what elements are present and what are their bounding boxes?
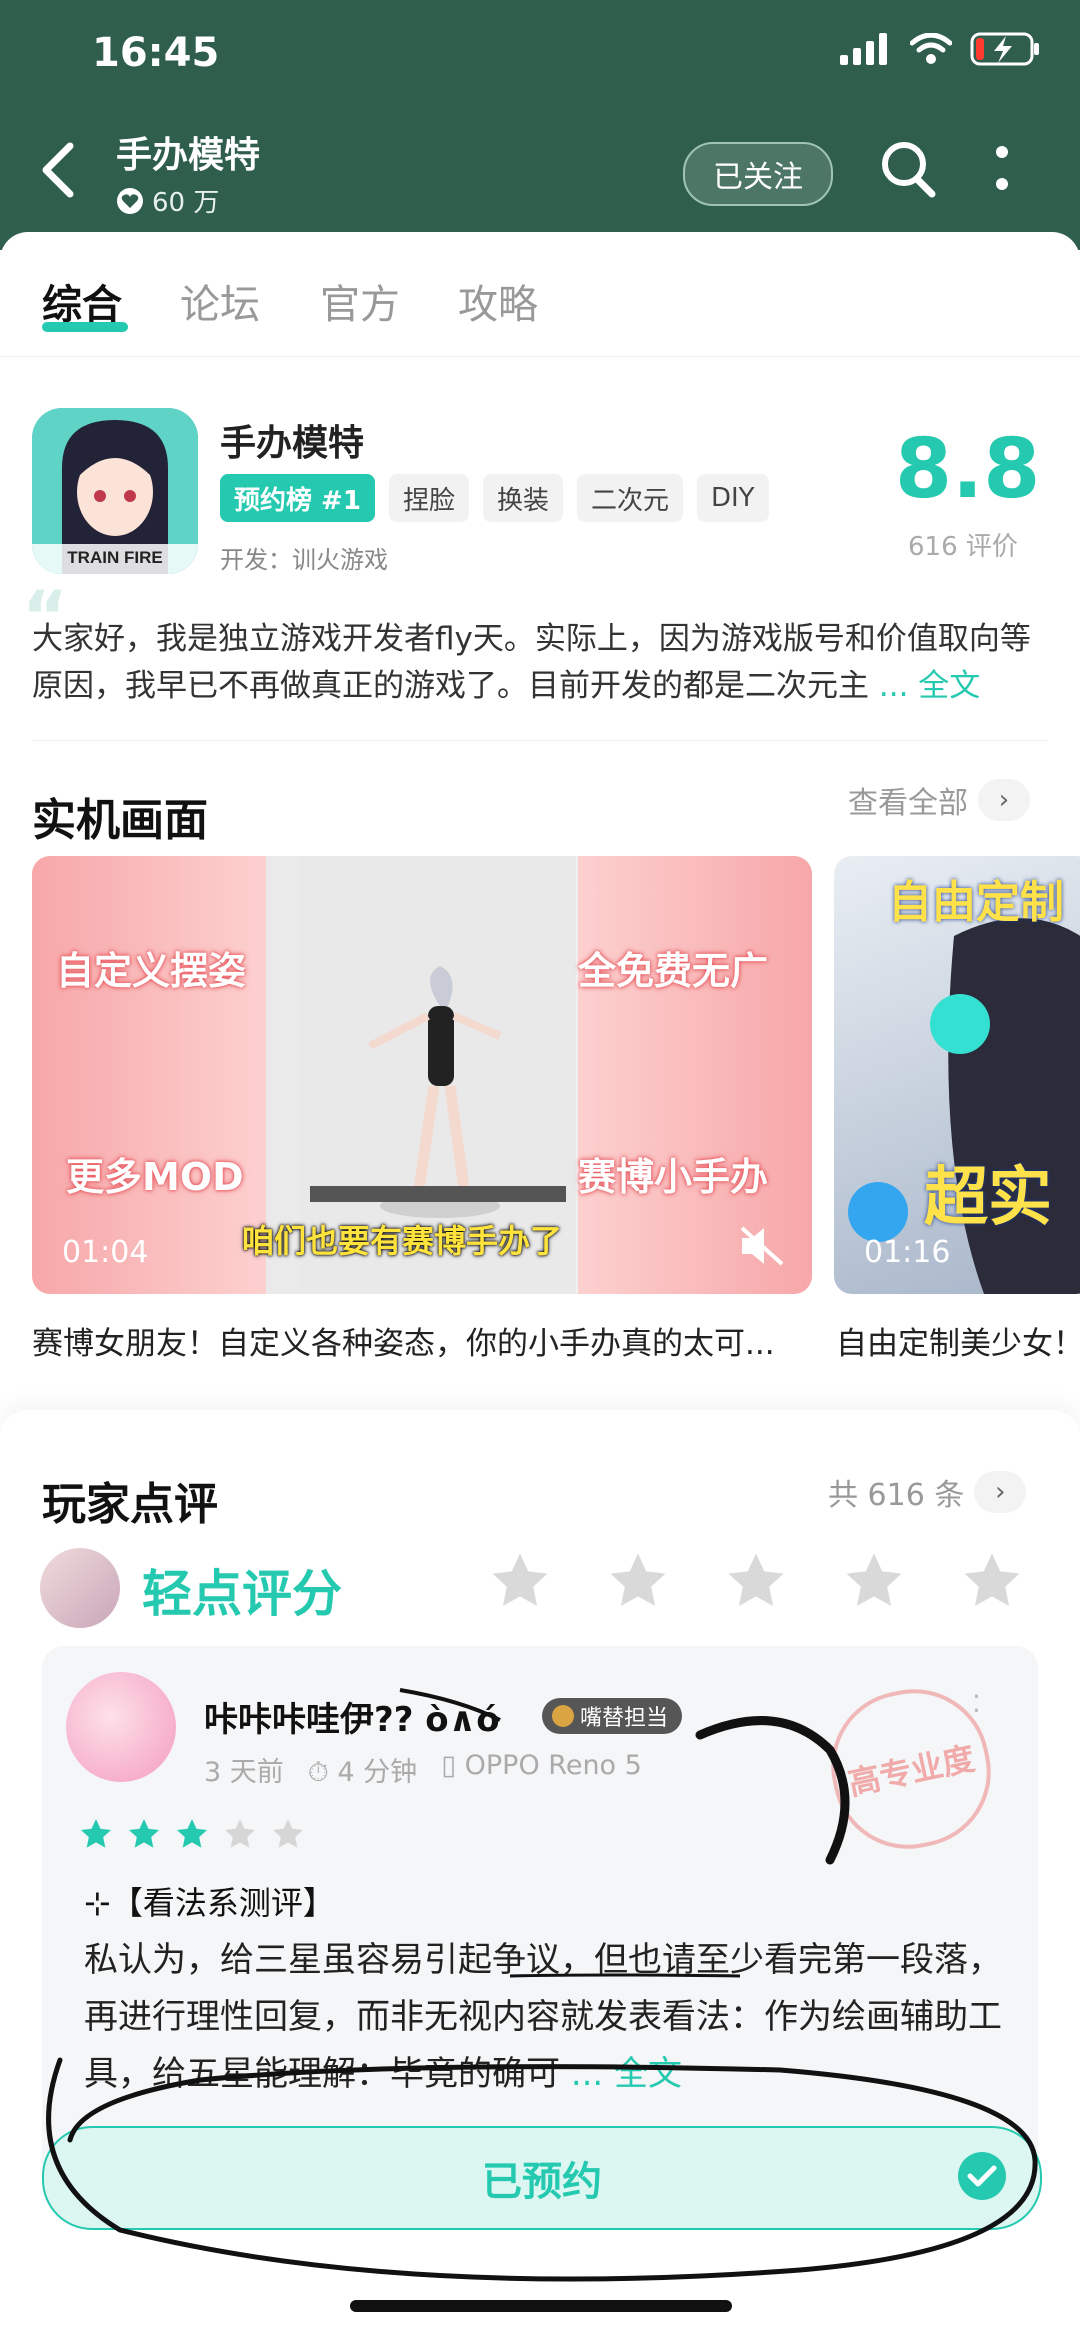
star-empty-icon: [225, 1819, 255, 1848]
tab-forum[interactable]: 论坛: [180, 272, 260, 330]
star-icon[interactable]: [958, 1548, 1026, 1614]
tag[interactable]: DIY: [696, 474, 769, 522]
app-icon-text: TRAIN FIRE: [67, 548, 163, 567]
badge-label: 嘴替担当: [580, 1706, 669, 1731]
rating-count: 616 评价: [908, 532, 1018, 562]
tab-guides[interactable]: 攻略: [458, 272, 538, 330]
reviewer-badge: 嘴替担当: [542, 1698, 683, 1734]
read-full-link[interactable]: ... 全文: [879, 668, 980, 704]
all-reviews-link[interactable]: 共 616 条 ›: [828, 1470, 1027, 1514]
video-label: 自由定制: [888, 877, 1064, 928]
tag[interactable]: 二次元: [576, 474, 683, 522]
video-card[interactable]: 自由定制 超实 01:16: [834, 856, 1080, 1294]
tag[interactable]: 捏脸: [388, 474, 469, 522]
status-icons: [840, 32, 1040, 66]
chevron-right-icon: ›: [978, 779, 1030, 821]
video-duration: 01:04: [62, 1235, 149, 1270]
mute-icon[interactable]: [738, 1224, 786, 1268]
reviewer-name[interactable]: 咔咔咔哇伊?? ò∧ó: [204, 1692, 500, 1741]
app-icon: TRAIN FIRE: [32, 408, 198, 574]
app-name: 手办模特: [220, 423, 365, 464]
device: ▯ OPPO Reno 5: [441, 1750, 642, 1789]
review-body-text: 私认为，给三星虽容易引起争议，但也请至少看完第一段落，再进行理性回复，而非无视内…: [84, 1940, 1002, 2094]
fans-count-label: 60 万: [152, 188, 220, 218]
screenshots-title: 实机画面: [32, 795, 208, 846]
rate-prompt: 轻点评分: [142, 1565, 342, 1623]
device-value: OPPO Reno 5: [464, 1750, 642, 1781]
reserved-button[interactable]: 已预约: [42, 2126, 1042, 2230]
back-arrow-icon[interactable]: [38, 140, 78, 200]
chevron-right-icon: ›: [974, 1471, 1027, 1513]
signal-icon: [840, 33, 887, 65]
video-duration: 01:16: [864, 1235, 951, 1270]
video-card[interactable]: 自定义摆姿 全免费无广 更多MOD 赛博小手办 咱们也要有赛博手办了 01:04: [32, 856, 812, 1294]
review-read-full-link[interactable]: ... 全文: [571, 2054, 682, 2094]
reviews-title: 玩家点评: [42, 1479, 218, 1530]
avatar: [40, 1548, 120, 1628]
phone-icon: ▯: [441, 1750, 457, 1781]
reviewer-avatar[interactable]: [66, 1672, 176, 1782]
tag-rank[interactable]: 预约榜 #1: [220, 474, 375, 522]
video-label: 全免费无广: [578, 949, 769, 993]
timer-icon: ⏱: [307, 1757, 329, 1788]
star-icon[interactable]: [486, 1548, 554, 1614]
video-label: 自定义摆姿: [56, 949, 247, 993]
developer-label[interactable]: 开发：训火游戏: [220, 540, 388, 575]
video-label: 更多MOD: [66, 1155, 244, 1199]
tag-row: 预约榜 #1 捏脸 换装 二次元 DIY: [220, 474, 769, 522]
divider: [32, 740, 1048, 741]
review-more-icon[interactable]: · ·: [972, 1683, 981, 1725]
badge-icon: [552, 1705, 574, 1727]
see-all-link[interactable]: 查看全部 ›: [848, 778, 1030, 822]
rating-stars-input[interactable]: [486, 1548, 1026, 1614]
video-subtitle: 咱们也要有赛博手办了: [242, 1222, 563, 1260]
star-empty-icon: [273, 1819, 303, 1848]
video-caption[interactable]: 自由定制美少女！: [836, 1318, 1080, 1363]
star-filled-icon: [177, 1819, 207, 1848]
tab-active-indicator: [42, 322, 128, 332]
video-label: 超实: [924, 1161, 1052, 1235]
battery-icon: [970, 32, 1039, 66]
more-options-icon[interactable]: [992, 144, 1012, 196]
review-total-label: 共 616 条: [828, 1478, 965, 1513]
video-label: 赛博小手办: [578, 1155, 769, 1199]
header-title: 手办模特: [116, 135, 261, 176]
tag[interactable]: 换装: [482, 474, 563, 522]
star-filled-icon: [81, 1819, 111, 1848]
home-indicator: [350, 2300, 732, 2312]
review-meta: 3 天前 ⏱ 4 分钟 ▯ OPPO Reno 5: [204, 1750, 642, 1789]
review-time: 3 天前: [204, 1757, 284, 1788]
check-circle-icon: [958, 2152, 1006, 2200]
play-time: ⏱ 4 分钟: [308, 1750, 417, 1789]
wifi-icon: [910, 33, 952, 64]
fans-count: 60 万: [116, 182, 219, 219]
app-description[interactable]: 大家好，我是独立游戏开发者fly天。实际上，因为游戏版号和价值取向等原因，我早已…: [32, 616, 1048, 710]
follow-button[interactable]: 已关注: [683, 142, 833, 206]
heart-badge-icon: [117, 187, 143, 214]
play-time-value: 4 分钟: [337, 1757, 418, 1788]
review-heading: ⊹【看法系测评】: [84, 1884, 335, 1922]
star-icon[interactable]: [604, 1548, 672, 1614]
status-time: 16:45: [92, 30, 220, 76]
review-stars: [78, 1816, 306, 1852]
tab-bar: 综合 论坛 官方 攻略: [0, 232, 1080, 357]
star-filled-icon: [129, 1819, 159, 1848]
rating-score: 8.8: [895, 422, 1041, 517]
review-body[interactable]: 私认为，给三星虽容易引起争议，但也请至少看完第一段落，再进行理性回复，而非无视内…: [84, 1932, 1004, 2103]
tab-official[interactable]: 官方: [320, 272, 400, 330]
star-icon[interactable]: [840, 1548, 908, 1614]
see-all-label: 查看全部: [848, 786, 968, 821]
search-icon[interactable]: [880, 140, 936, 200]
star-icon[interactable]: [722, 1548, 790, 1614]
video-caption[interactable]: 赛博女朋友！自定义各种姿态，你的小手办真的太可...: [32, 1318, 775, 1363]
